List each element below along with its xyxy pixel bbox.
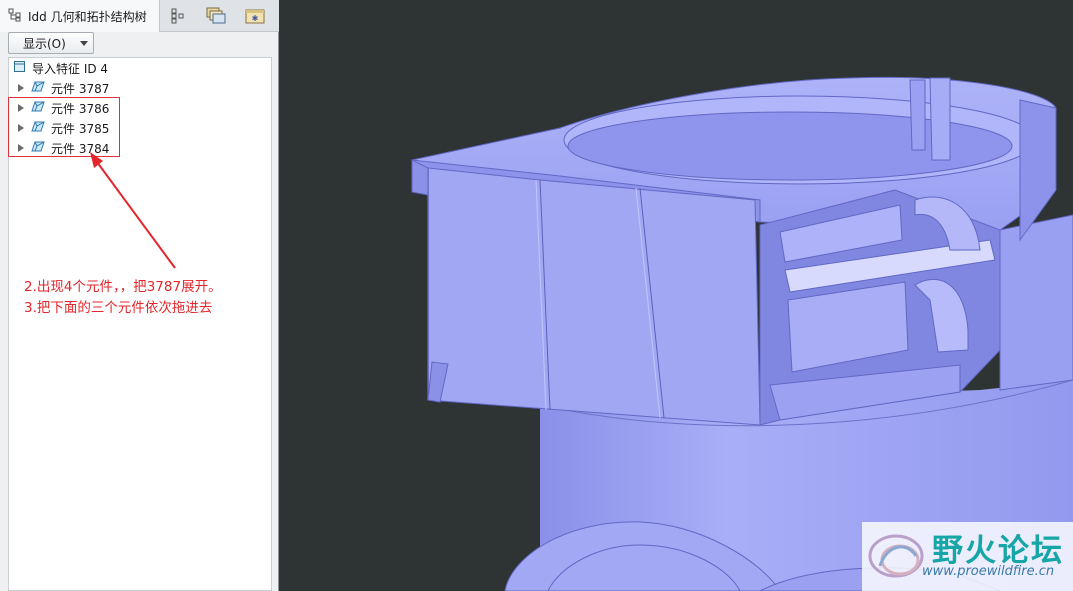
expand-arrow-icon[interactable] xyxy=(18,124,24,132)
tree-item-label: 导入特征 ID 4 xyxy=(32,61,109,76)
watermark-url: www.proewildfire.cn xyxy=(922,564,1055,579)
tree-item-label: 元件 3787 xyxy=(51,81,110,96)
forum-watermark: 野火论坛 www.proewildfire.cn xyxy=(862,522,1073,591)
tree-view-icon[interactable] xyxy=(166,4,190,28)
tree-item-label: 元件 3785 xyxy=(51,121,110,136)
show-dropdown-label: 显示(O) xyxy=(23,36,66,51)
feature-box-icon xyxy=(13,60,26,76)
annotation-line-2: 3.把下面的三个元件依次拖进去 xyxy=(24,300,213,316)
svg-text:✱: ✱ xyxy=(252,14,259,23)
expand-arrow-icon[interactable] xyxy=(18,144,24,152)
forum-logo-icon xyxy=(868,534,924,578)
tab-geometry-topology-tree[interactable]: Idd 几何和拓扑结构树 xyxy=(0,0,160,32)
expand-arrow-icon[interactable] xyxy=(18,84,24,92)
show-dropdown[interactable]: 显示(O) xyxy=(8,32,94,54)
annotation-text: 2.出现4个元件，，把3787展开。 3.把下面的三个元件依次拖进去 xyxy=(24,277,222,319)
panel-tab-bar: Idd 几何和拓扑结构树 ✱ xyxy=(0,0,279,32)
part-icon xyxy=(30,100,45,116)
tree-item-root[interactable]: 导入特征 ID 4 xyxy=(13,58,108,78)
part-icon xyxy=(30,140,45,156)
tree-structure-icon xyxy=(8,8,22,25)
tree-item-label: 元件 3784 xyxy=(51,141,110,156)
tree-item-label: 元件 3786 xyxy=(51,101,110,116)
tree-item-component[interactable]: 元件 3784 xyxy=(18,138,109,158)
expand-arrow-icon[interactable] xyxy=(18,104,24,112)
3d-model xyxy=(411,76,1073,591)
graphics-viewport[interactable] xyxy=(279,0,1073,591)
tree-item-component[interactable]: 元件 3785 xyxy=(18,118,109,138)
layers-icon[interactable] xyxy=(204,4,228,28)
tree-item-component[interactable]: 元件 3786 xyxy=(18,98,109,118)
model-tree-panel: Idd 几何和拓扑结构树 ✱ 显示(O) 导入特征 ID 4 元件 3787 元… xyxy=(0,0,279,591)
annotation-line-1: 2.出现4个元件，，把3787展开。 xyxy=(24,279,222,295)
part-icon xyxy=(30,80,45,96)
part-icon xyxy=(30,120,45,136)
chevron-down-icon xyxy=(80,41,88,46)
tree-item-component[interactable]: 元件 3787 xyxy=(18,78,109,98)
tab-label: Idd 几何和拓扑结构树 xyxy=(28,9,147,24)
favorites-icon[interactable]: ✱ xyxy=(243,4,267,28)
